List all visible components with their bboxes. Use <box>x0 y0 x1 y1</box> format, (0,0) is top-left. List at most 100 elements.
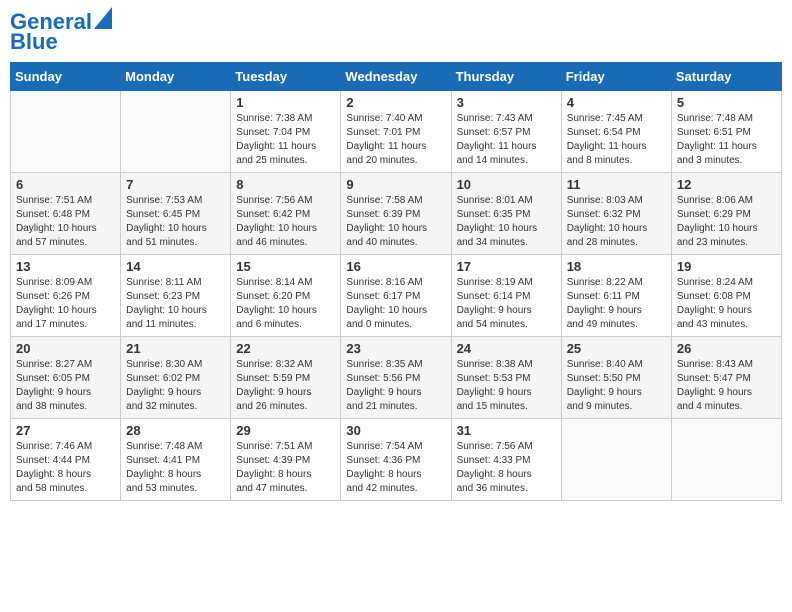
day-number: 28 <box>126 423 225 438</box>
calendar-cell: 20 Sunrise: 8:27 AM Sunset: 6:05 PM Dayli… <box>11 337 121 419</box>
day-number: 5 <box>677 95 776 110</box>
day-header-sunday: Sunday <box>11 63 121 91</box>
calendar-cell: 24 Sunrise: 8:38 AM Sunset: 5:53 PM Dayli… <box>451 337 561 419</box>
day-info: Sunrise: 7:43 AM Sunset: 6:57 PM Dayligh… <box>457 112 556 168</box>
day-info: Sunrise: 8:01 AM Sunset: 6:35 PM Dayligh… <box>457 194 556 250</box>
calendar-cell: 19 Sunrise: 8:24 AM Sunset: 6:08 PM Dayli… <box>671 255 781 337</box>
day-number: 11 <box>567 177 666 192</box>
day-header-monday: Monday <box>121 63 231 91</box>
day-info: Sunrise: 8:35 AM Sunset: 5:56 PM Dayligh… <box>346 358 445 414</box>
calendar-cell: 26 Sunrise: 8:43 AM Sunset: 5:47 PM Dayli… <box>671 337 781 419</box>
day-number: 18 <box>567 259 666 274</box>
day-number: 29 <box>236 423 335 438</box>
day-info: Sunrise: 7:48 AM Sunset: 4:41 PM Dayligh… <box>126 440 225 496</box>
day-number: 30 <box>346 423 445 438</box>
day-info: Sunrise: 8:06 AM Sunset: 6:29 PM Dayligh… <box>677 194 776 250</box>
day-number: 17 <box>457 259 556 274</box>
calendar-cell: 6 Sunrise: 7:51 AM Sunset: 6:48 PM Daylig… <box>11 173 121 255</box>
day-number: 8 <box>236 177 335 192</box>
day-info: Sunrise: 8:43 AM Sunset: 5:47 PM Dayligh… <box>677 358 776 414</box>
day-header-saturday: Saturday <box>671 63 781 91</box>
day-number: 20 <box>16 341 115 356</box>
calendar-cell <box>11 91 121 173</box>
day-number: 2 <box>346 95 445 110</box>
calendar-cell: 5 Sunrise: 7:48 AM Sunset: 6:51 PM Daylig… <box>671 91 781 173</box>
calendar-cell: 13Sunrise: 8:09 AM Sunset: 6:26 PM Dayli… <box>11 255 121 337</box>
calendar-cell: 12 Sunrise: 8:06 AM Sunset: 6:29 PM Dayli… <box>671 173 781 255</box>
calendar-cell: 2 Sunrise: 7:40 AM Sunset: 7:01 PM Daylig… <box>341 91 451 173</box>
day-info: Sunrise: 8:30 AM Sunset: 6:02 PM Dayligh… <box>126 358 225 414</box>
day-info: Sunrise: 7:56 AM Sunset: 4:33 PM Dayligh… <box>457 440 556 496</box>
week-row-3: 13Sunrise: 8:09 AM Sunset: 6:26 PM Dayli… <box>11 255 782 337</box>
day-info: Sunrise: 7:51 AM Sunset: 6:48 PM Dayligh… <box>16 194 115 250</box>
calendar-cell <box>121 91 231 173</box>
day-header-wednesday: Wednesday <box>341 63 451 91</box>
day-number: 19 <box>677 259 776 274</box>
calendar-cell: 31Sunrise: 7:56 AM Sunset: 4:33 PM Dayli… <box>451 419 561 501</box>
calendar-cell: 7Sunrise: 7:53 AM Sunset: 6:45 PM Daylig… <box>121 173 231 255</box>
day-info: Sunrise: 8:16 AM Sunset: 6:17 PM Dayligh… <box>346 276 445 332</box>
calendar-cell: 4Sunrise: 7:45 AM Sunset: 6:54 PM Daylig… <box>561 91 671 173</box>
day-number: 25 <box>567 341 666 356</box>
day-number: 26 <box>677 341 776 356</box>
week-row-5: 27Sunrise: 7:46 AM Sunset: 4:44 PM Dayli… <box>11 419 782 501</box>
calendar-cell: 30 Sunrise: 7:54 AM Sunset: 4:36 PM Dayli… <box>341 419 451 501</box>
week-row-1: 1 Sunrise: 7:38 AM Sunset: 7:04 PM Daylig… <box>11 91 782 173</box>
calendar-cell <box>561 419 671 501</box>
day-number: 21 <box>126 341 225 356</box>
calendar-cell: 9 Sunrise: 7:58 AM Sunset: 6:39 PM Daylig… <box>341 173 451 255</box>
logo-blue-text: Blue <box>10 30 58 54</box>
day-number: 15 <box>236 259 335 274</box>
calendar-table: SundayMondayTuesdayWednesdayThursdayFrid… <box>10 62 782 501</box>
calendar-cell: 15Sunrise: 8:14 AM Sunset: 6:20 PM Dayli… <box>231 255 341 337</box>
day-info: Sunrise: 8:27 AM Sunset: 6:05 PM Dayligh… <box>16 358 115 414</box>
day-info: Sunrise: 7:56 AM Sunset: 6:42 PM Dayligh… <box>236 194 335 250</box>
day-info: Sunrise: 7:51 AM Sunset: 4:39 PM Dayligh… <box>236 440 335 496</box>
calendar-cell: 18Sunrise: 8:22 AM Sunset: 6:11 PM Dayli… <box>561 255 671 337</box>
page-header: General Blue <box>10 10 782 54</box>
day-info: Sunrise: 7:48 AM Sunset: 6:51 PM Dayligh… <box>677 112 776 168</box>
day-number: 10 <box>457 177 556 192</box>
calendar-cell: 23 Sunrise: 8:35 AM Sunset: 5:56 PM Dayli… <box>341 337 451 419</box>
day-number: 1 <box>236 95 335 110</box>
day-info: Sunrise: 8:11 AM Sunset: 6:23 PM Dayligh… <box>126 276 225 332</box>
calendar-cell: 22 Sunrise: 8:32 AM Sunset: 5:59 PM Dayli… <box>231 337 341 419</box>
day-info: Sunrise: 8:38 AM Sunset: 5:53 PM Dayligh… <box>457 358 556 414</box>
day-info: Sunrise: 7:58 AM Sunset: 6:39 PM Dayligh… <box>346 194 445 250</box>
calendar-cell: 16 Sunrise: 8:16 AM Sunset: 6:17 PM Dayli… <box>341 255 451 337</box>
day-number: 16 <box>346 259 445 274</box>
day-number: 12 <box>677 177 776 192</box>
day-info: Sunrise: 8:03 AM Sunset: 6:32 PM Dayligh… <box>567 194 666 250</box>
day-header-tuesday: Tuesday <box>231 63 341 91</box>
calendar-cell: 14 Sunrise: 8:11 AM Sunset: 6:23 PM Dayli… <box>121 255 231 337</box>
calendar-cell: 3Sunrise: 7:43 AM Sunset: 6:57 PM Daylig… <box>451 91 561 173</box>
day-number: 24 <box>457 341 556 356</box>
day-number: 14 <box>126 259 225 274</box>
calendar-cell: 29 Sunrise: 7:51 AM Sunset: 4:39 PM Dayli… <box>231 419 341 501</box>
day-header-thursday: Thursday <box>451 63 561 91</box>
calendar-cell: 21 Sunrise: 8:30 AM Sunset: 6:02 PM Dayli… <box>121 337 231 419</box>
calendar-cell <box>671 419 781 501</box>
logo: General Blue <box>10 10 112 54</box>
day-number: 9 <box>346 177 445 192</box>
calendar-cell: 8 Sunrise: 7:56 AM Sunset: 6:42 PM Daylig… <box>231 173 341 255</box>
day-info: Sunrise: 8:32 AM Sunset: 5:59 PM Dayligh… <box>236 358 335 414</box>
calendar-cell: 17 Sunrise: 8:19 AM Sunset: 6:14 PM Dayli… <box>451 255 561 337</box>
day-info: Sunrise: 8:24 AM Sunset: 6:08 PM Dayligh… <box>677 276 776 332</box>
day-header-friday: Friday <box>561 63 671 91</box>
day-number: 27 <box>16 423 115 438</box>
day-number: 6 <box>16 177 115 192</box>
day-info: Sunrise: 8:19 AM Sunset: 6:14 PM Dayligh… <box>457 276 556 332</box>
day-info: Sunrise: 7:38 AM Sunset: 7:04 PM Dayligh… <box>236 112 335 168</box>
calendar-cell: 11 Sunrise: 8:03 AM Sunset: 6:32 PM Dayli… <box>561 173 671 255</box>
calendar-cell: 28 Sunrise: 7:48 AM Sunset: 4:41 PM Dayli… <box>121 419 231 501</box>
day-number: 22 <box>236 341 335 356</box>
day-info: Sunrise: 7:54 AM Sunset: 4:36 PM Dayligh… <box>346 440 445 496</box>
day-info: Sunrise: 8:40 AM Sunset: 5:50 PM Dayligh… <box>567 358 666 414</box>
day-info: Sunrise: 7:40 AM Sunset: 7:01 PM Dayligh… <box>346 112 445 168</box>
day-number: 23 <box>346 341 445 356</box>
day-number: 4 <box>567 95 666 110</box>
day-number: 13 <box>16 259 115 274</box>
calendar-cell: 1 Sunrise: 7:38 AM Sunset: 7:04 PM Daylig… <box>231 91 341 173</box>
calendar-cell: 27Sunrise: 7:46 AM Sunset: 4:44 PM Dayli… <box>11 419 121 501</box>
